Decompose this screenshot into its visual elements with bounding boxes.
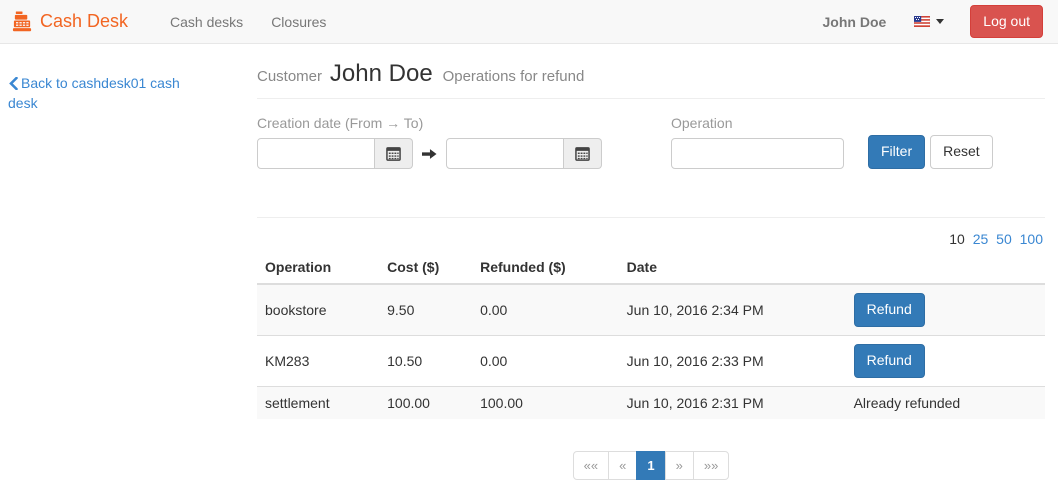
language-dropdown[interactable] (914, 16, 944, 27)
filter-form: Creation date (From → To) (257, 115, 1045, 169)
operation-group: Operation (671, 115, 844, 169)
brand-link[interactable]: Cash Desk (12, 11, 128, 32)
page-subtitle: Operations for refund (443, 68, 585, 85)
column-cost: Cost ($) (379, 251, 472, 284)
cell-operation: bookstore (257, 284, 379, 335)
date-to-calendar-button[interactable] (564, 138, 602, 169)
arrow-right-icon (422, 148, 437, 160)
page-size-option-100[interactable]: 100 (1020, 231, 1043, 247)
customer-name: John Doe (330, 60, 433, 87)
navbar-right: John Doe Log (823, 5, 1044, 39)
cell-date: Jun 10, 2016 2:33 PM (619, 335, 846, 386)
filter-button[interactable]: Filter (868, 135, 925, 169)
pagination-prev[interactable]: « (608, 451, 637, 480)
date-from-input[interactable] (257, 138, 375, 169)
date-range-label: Creation date (From → To) (257, 115, 602, 131)
cell-cost: 10.50 (379, 335, 472, 386)
back-link-label: Back to cashdesk01 cash desk (8, 75, 180, 111)
page-size-selector: 10 25 50 100 (257, 231, 1043, 247)
cell-refunded: 100.00 (472, 386, 619, 419)
table-row: KM283 10.50 0.00 Jun 10, 2016 2:33 PM Re… (257, 335, 1045, 386)
cell-refunded: 0.00 (472, 335, 619, 386)
operation-input[interactable] (671, 138, 844, 169)
column-refunded: Refunded ($) (472, 251, 619, 284)
pagination-page-1[interactable]: 1 (636, 451, 665, 480)
page-size-option-50[interactable]: 50 (996, 231, 1012, 247)
date-from-calendar-button[interactable] (375, 138, 413, 169)
cell-cost: 100.00 (379, 386, 472, 419)
nav-item-cash-desks[interactable]: Cash desks (156, 14, 257, 30)
cell-date: Jun 10, 2016 2:34 PM (619, 284, 846, 335)
column-operation: Operation (257, 251, 379, 284)
cash-register-icon (12, 11, 33, 32)
cell-refunded: 0.00 (472, 284, 619, 335)
customer-label: Customer (257, 68, 322, 85)
operation-label: Operation (671, 115, 844, 131)
cell-operation: KM283 (257, 335, 379, 386)
table-header-row: Operation Cost ($) Refunded ($) Date (257, 251, 1045, 284)
us-flag-icon (914, 16, 930, 27)
cell-operation: settlement (257, 386, 379, 419)
already-refunded-label: Already refunded (846, 386, 1045, 419)
logout-button[interactable]: Log out (970, 5, 1043, 39)
table-row: bookstore 9.50 0.00 Jun 10, 2016 2:34 PM… (257, 284, 1045, 335)
refund-button[interactable]: Refund (854, 293, 925, 327)
pagination-last[interactable]: »» (693, 451, 729, 480)
page-size-option-25[interactable]: 25 (973, 231, 989, 247)
page-body: Back to cashdesk01 cash desk Customer Jo… (0, 44, 1058, 480)
pagination: «« « 1 » »» (257, 451, 1045, 480)
brand-label: Cash Desk (40, 11, 128, 32)
cell-cost: 9.50 (379, 284, 472, 335)
calendar-icon (386, 146, 401, 161)
column-date: Date (619, 251, 846, 284)
chevron-left-icon (8, 77, 19, 90)
reset-button[interactable]: Reset (930, 135, 993, 169)
nav-item-closures[interactable]: Closures (257, 14, 340, 30)
operations-table: Operation Cost ($) Refunded ($) Date boo… (257, 251, 1045, 419)
navbar: Cash Desk Cash desks Closures John Doe (0, 0, 1058, 44)
date-range-group: Creation date (From → To) (257, 115, 602, 169)
calendar-icon (575, 146, 590, 161)
refund-button[interactable]: Refund (854, 344, 925, 378)
sidebar: Back to cashdesk01 cash desk (8, 44, 180, 480)
pagination-next[interactable]: » (665, 451, 694, 480)
filter-divider (257, 217, 1045, 218)
back-to-cashdesk-link[interactable]: Back to cashdesk01 cash desk (8, 75, 180, 111)
main-content: Customer John Doe Operations for refund … (257, 44, 1045, 480)
pagination-first[interactable]: «« (573, 451, 609, 480)
date-to-input[interactable] (446, 138, 564, 169)
cell-date: Jun 10, 2016 2:31 PM (619, 386, 846, 419)
page-size-current: 10 (949, 231, 965, 247)
table-row: settlement 100.00 100.00 Jun 10, 2016 2:… (257, 386, 1045, 419)
page-title: Customer John Doe Operations for refund (257, 60, 1045, 99)
user-name: John Doe (823, 14, 887, 30)
caret-down-icon (936, 19, 944, 24)
column-actions (846, 251, 1045, 284)
